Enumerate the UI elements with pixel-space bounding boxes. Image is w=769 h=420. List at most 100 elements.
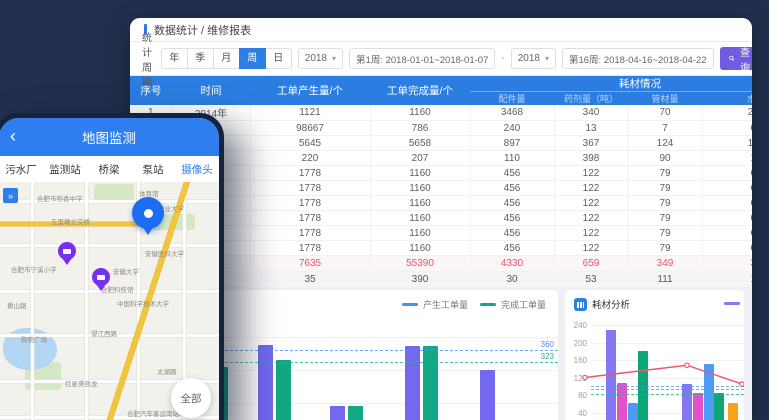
bar-completed <box>423 346 438 420</box>
map-label: 合肥市宁溪小学 <box>11 264 57 274</box>
period-option-日[interactable]: 日 <box>265 48 292 69</box>
table-cell: 79 <box>628 211 702 226</box>
table-cell: 110 <box>470 151 554 166</box>
period-label: 统计周期: <box>142 29 155 89</box>
period-option-季[interactable]: 季 <box>187 48 214 69</box>
table-cell: 1160 <box>370 226 470 241</box>
bar-created <box>330 406 345 420</box>
period-option-月[interactable]: 月 <box>213 48 240 69</box>
table-cell: 122 <box>554 181 628 196</box>
range-separator: - <box>501 53 504 64</box>
search-icon <box>729 54 735 63</box>
table-cell: 456 <box>470 241 554 256</box>
gridline <box>205 337 558 338</box>
material-chart-card: 耗材分析 2402001601208040 <box>565 290 744 420</box>
bar-completed <box>348 406 363 420</box>
phone-tab-监测站[interactable]: 监测站 <box>43 162 87 177</box>
selected-location-marker[interactable] <box>132 197 164 235</box>
map-expand-button[interactable]: » <box>3 188 18 203</box>
phone-tab-bar: 污水厂监测站桥梁泵站摄像头 <box>0 156 219 182</box>
reference-line-label: 323 <box>541 352 554 361</box>
period-option-年[interactable]: 年 <box>161 48 188 69</box>
filter-toolbar: 统计周期: 年季月周日 2018 ▾ 第1周: 2018-01-01~2018-… <box>130 42 752 76</box>
camera-icon <box>97 275 105 280</box>
table-cell: 1160 <box>370 241 470 256</box>
phone-mockup: ‹ 地图监测 污水厂监测站桥梁泵站摄像头 » 合肥市稻香中学体育馆安徽农业大学五… <box>0 113 224 420</box>
reference-line <box>205 362 558 363</box>
sub-col-header: 管材量 <box>628 92 702 106</box>
sub-col-header: 药剂量（吨） <box>554 92 628 106</box>
table-cell: 456 <box>470 211 554 226</box>
chevron-down-icon: ▾ <box>332 54 336 63</box>
table-cell: 1160 <box>370 211 470 226</box>
total-cell: 4330 <box>470 256 554 272</box>
phone-tab-泵站[interactable]: 泵站 <box>131 162 175 177</box>
table-cell: 897 <box>470 136 554 151</box>
end-year-select[interactable]: 2018 ▾ <box>511 48 556 69</box>
table-cell: 240 <box>470 121 554 136</box>
average-cell: 30 <box>470 272 554 288</box>
table-cell: 1160 <box>370 105 470 121</box>
table-cell: 67 <box>702 196 752 211</box>
camera-pin-tail <box>62 258 72 265</box>
bar-completed <box>276 360 291 420</box>
phone-tab-污水厂[interactable]: 污水厂 <box>0 162 43 177</box>
average-cell: 14 <box>702 272 752 288</box>
legend-item: 完成工单量 <box>480 298 546 311</box>
total-cell: 659 <box>554 256 628 272</box>
table-cell: 67 <box>702 181 752 196</box>
map-label: 合肥市稻香中学 <box>37 193 83 203</box>
table-cell: 79 <box>628 241 702 256</box>
period-option-周[interactable]: 周 <box>239 48 266 69</box>
map-label: 安徽大学 <box>113 266 139 276</box>
table-cell: 70 <box>628 105 702 121</box>
table-cell: 207 <box>370 151 470 166</box>
phone-tab-桥梁[interactable]: 桥梁 <box>87 162 131 177</box>
table-cell: 1778 <box>250 181 370 196</box>
legend-dash <box>402 303 418 306</box>
table-cell: 1778 <box>250 166 370 181</box>
back-icon[interactable]: ‹ <box>10 127 16 145</box>
map-label: 合肥汽车客运南站 <box>127 408 179 418</box>
map-canvas[interactable]: » 合肥市稻香中学体育馆安徽农业大学五里墩立交桥安徽医科大学合肥市宁溪小学安徽大… <box>0 182 219 420</box>
table-cell: 456 <box>470 166 554 181</box>
table-cell: 67 <box>702 241 752 256</box>
total-cell: 7635 <box>250 256 370 272</box>
marker-circle <box>132 197 164 229</box>
legend-label: 完成工单量 <box>501 298 546 311</box>
camera-marker[interactable] <box>58 242 76 266</box>
chart-legend: 产生工单量完成工单量 <box>402 298 546 311</box>
table-cell: 67 <box>702 211 752 226</box>
table-cell: 79 <box>628 226 702 241</box>
query-button[interactable]: 查询 <box>720 47 752 70</box>
map-label: 安徽医科大学 <box>145 248 184 258</box>
end-week-input[interactable]: 第16周: 2018-04-16~2018-04-22 <box>562 48 714 69</box>
legend-dash <box>480 303 496 306</box>
start-year-value: 2018 <box>305 53 327 64</box>
col-header-completed: 工单完成量/个 <box>370 76 470 105</box>
start-week-input[interactable]: 第1周: 2018-01-01~2018-01-07 <box>349 48 495 69</box>
table-cell: 5658 <box>370 136 470 151</box>
show-all-button[interactable]: 全部 <box>171 378 211 418</box>
map-label: 红星美凯龙 <box>65 378 98 388</box>
table-cell: 398 <box>554 151 628 166</box>
table-cell: 340 <box>554 105 628 121</box>
total-cell: 33 <box>702 256 752 272</box>
reference-line <box>205 350 558 351</box>
end-year-value: 2018 <box>518 53 540 64</box>
col-header-time: 时间 <box>172 76 250 105</box>
camera-marker[interactable] <box>92 268 110 292</box>
table-cell: 79 <box>628 196 702 211</box>
camera-icon <box>63 249 71 254</box>
table-row: 12014年11211160346834070250 <box>130 105 752 121</box>
material-chart-plot: 2402001601208040 <box>565 290 744 420</box>
reference-line-label: 360 <box>541 340 554 349</box>
table-cell: 250 <box>702 105 752 121</box>
table-cell: 1778 <box>250 241 370 256</box>
table-cell: 79 <box>628 181 702 196</box>
period-segmented-control: 年季月周日 <box>161 48 292 69</box>
table-cell: 129 <box>702 136 752 151</box>
start-year-select[interactable]: 2018 ▾ <box>298 48 343 69</box>
phone-tab-摄像头[interactable]: 摄像头 <box>175 162 219 177</box>
phone-header: ‹ 地图监测 <box>0 118 219 156</box>
